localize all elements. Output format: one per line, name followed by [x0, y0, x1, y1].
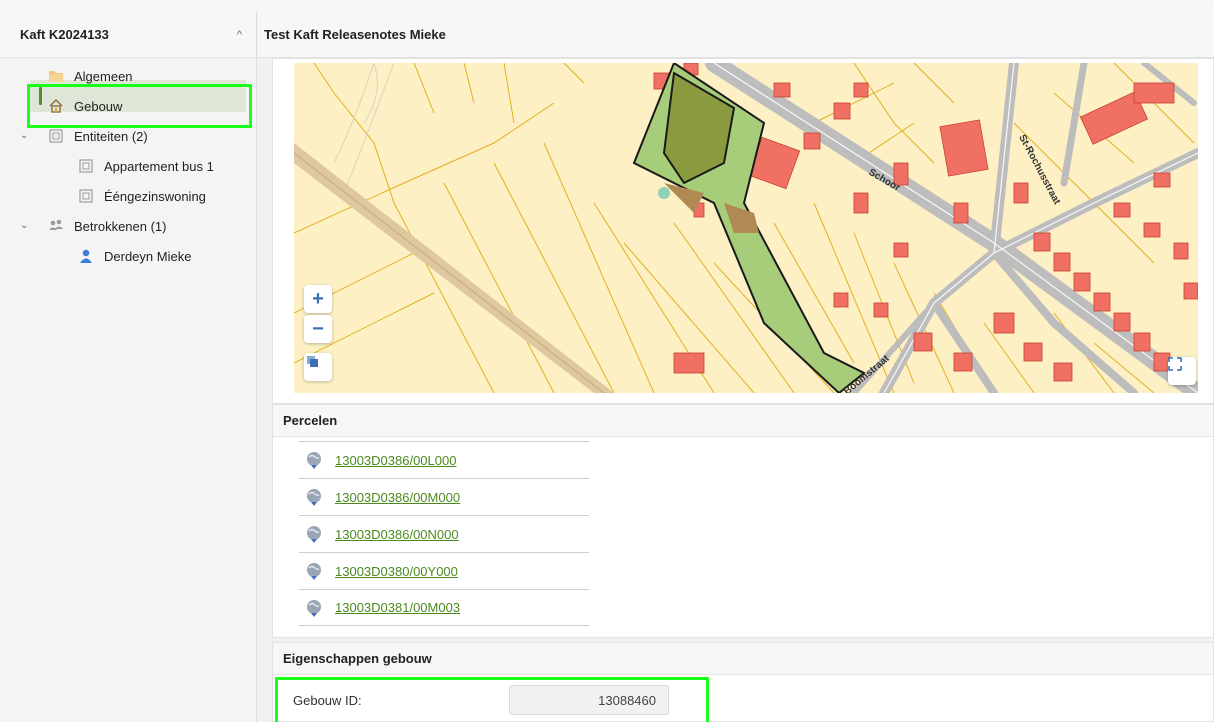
parcel-list: 13003D0386/00L000 13003D0386/00M000 1300… — [299, 441, 589, 626]
sidebar-item-label: Entiteiten (2) — [74, 128, 148, 144]
parcel-link[interactable]: 13003D0380/00Y000 — [335, 564, 458, 579]
zoom-in-button[interactable]: + — [304, 285, 332, 313]
page-title: Test Kaft Releasenotes Mieke — [264, 27, 446, 42]
sidebar-item-appartement-bus-1[interactable]: Appartement bus 1 — [78, 154, 214, 178]
entity-icon — [48, 128, 64, 144]
parcel-link[interactable]: 13003D0386/00L000 — [335, 453, 456, 468]
sidebar-item-label: Ééngezinswoning — [104, 188, 206, 204]
chevron-down-icon[interactable]: ⌄ — [20, 130, 28, 141]
sidebar-item-eengezinswoning[interactable]: Ééngezinswoning — [78, 184, 206, 208]
percelen-header: Percelen — [273, 405, 1213, 437]
parcel-link[interactable]: 13003D0386/00M000 — [335, 490, 460, 505]
highlight-box-gebouw — [27, 84, 252, 128]
entity-icon — [78, 188, 94, 204]
percelen-card: Percelen 13003D0386/00L000 13003D0386/00… — [272, 404, 1214, 638]
folder-icon — [48, 68, 64, 84]
list-item: 13003D0381/00M003 — [299, 589, 589, 626]
list-item: 13003D0386/00L000 — [299, 441, 589, 478]
person-icon — [78, 248, 94, 264]
entity-icon — [78, 158, 94, 174]
sidebar-item-label: Betrokkenen (1) — [74, 218, 167, 234]
sidebar-header: Kaft K2024133 ^ — [0, 12, 256, 58]
sidebar-item-derdeyn-mieke[interactable]: Derdeyn Mieke — [78, 244, 191, 268]
top-strip — [0, 0, 1214, 12]
main-panel: Test Kaft Releasenotes Mieke Schoor St-R… — [258, 12, 1214, 722]
globe-icon — [305, 599, 323, 617]
zoom-out-button[interactable]: − — [304, 315, 332, 343]
globe-icon — [305, 562, 323, 580]
people-icon — [48, 218, 64, 234]
globe-icon — [305, 488, 323, 506]
highlight-box-gebouw-id — [275, 677, 709, 722]
sidebar-item-label: Appartement bus 1 — [104, 158, 214, 174]
list-item: 13003D0386/00N000 — [299, 515, 589, 552]
list-item: 13003D0380/00Y000 — [299, 552, 589, 589]
sidebar-item-label: Derdeyn Mieke — [104, 248, 192, 264]
sidebar-item-label: Algemeen — [74, 68, 133, 84]
eigenschappen-header: Eigenschappen gebouw — [273, 643, 1213, 675]
map-canvas — [294, 63, 1198, 393]
globe-icon — [305, 451, 323, 469]
sidebar-item-betrokkenen[interactable]: ⌄ Betrokkenen (1) — [20, 214, 167, 238]
layers-button[interactable] — [304, 353, 332, 381]
chevron-down-icon[interactable]: ⌄ — [20, 220, 28, 231]
fullscreen-button[interactable] — [1168, 357, 1196, 385]
map-view[interactable]: Schoor St-Rochusstraat Boomstraat + − — [294, 63, 1198, 393]
map-card: Schoor St-Rochusstraat Boomstraat + − — [272, 58, 1214, 404]
sidebar-title: Kaft K2024133 — [20, 27, 109, 42]
list-item: 13003D0386/00M000 — [299, 478, 589, 515]
chevron-up-icon[interactable]: ^ — [237, 29, 242, 41]
parcel-link[interactable]: 13003D0386/00N000 — [335, 527, 459, 542]
main-header: Test Kaft Releasenotes Mieke — [258, 12, 1214, 58]
parcel-link[interactable]: 13003D0381/00M003 — [335, 600, 460, 615]
globe-icon — [305, 525, 323, 543]
